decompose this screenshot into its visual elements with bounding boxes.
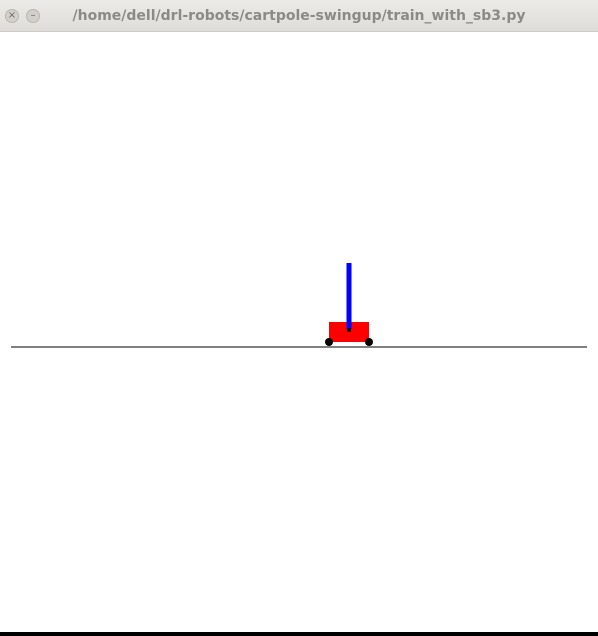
render-canvas (0, 32, 598, 632)
pole-axle (347, 328, 351, 332)
app-window: × – /home/dell/drl-robots/cartpole-swing… (0, 0, 598, 636)
pole (346, 263, 352, 329)
window-title: /home/dell/drl-robots/cartpole-swingup/t… (72, 8, 526, 24)
cart-wheel-right (365, 338, 373, 346)
titlebar: × – /home/dell/drl-robots/cartpole-swing… (0, 0, 598, 32)
cartpole-scene (11, 263, 587, 348)
cart-wheel-left (325, 338, 333, 346)
window-bottom-border (0, 632, 598, 636)
